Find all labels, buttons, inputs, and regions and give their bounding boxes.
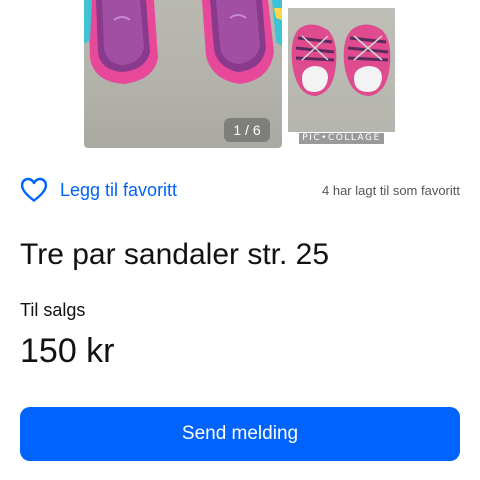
sandals-collage-illustration bbox=[291, 24, 391, 97]
listing-photo-secondary[interactable]: PIC•COLLAGE bbox=[288, 8, 395, 144]
pic-collage-label: PIC•COLLAGE bbox=[299, 132, 384, 144]
listing-price: 150 kr bbox=[20, 332, 115, 370]
image-gallery[interactable]: 1 / 6 PIC•COLLAGE bbox=[0, 0, 480, 150]
photo-counter: 1 / 6 bbox=[224, 118, 270, 142]
pic-collage-watermark: PIC•COLLAGE bbox=[288, 132, 395, 144]
send-message-button[interactable]: Send melding bbox=[20, 407, 460, 461]
favorite-row: Legg til favoritt 4 har lagt til som fav… bbox=[20, 175, 460, 205]
favorite-count-text: 4 har lagt til som favoritt bbox=[322, 183, 460, 198]
add-favorite-link[interactable]: Legg til favoritt bbox=[60, 180, 177, 201]
listing-status: Til salgs bbox=[20, 300, 86, 320]
listing-title: Tre par sandaler str. 25 bbox=[20, 238, 330, 271]
heart-outline-icon[interactable] bbox=[20, 177, 48, 203]
listing-photo-main[interactable]: 1 / 6 bbox=[84, 0, 282, 148]
